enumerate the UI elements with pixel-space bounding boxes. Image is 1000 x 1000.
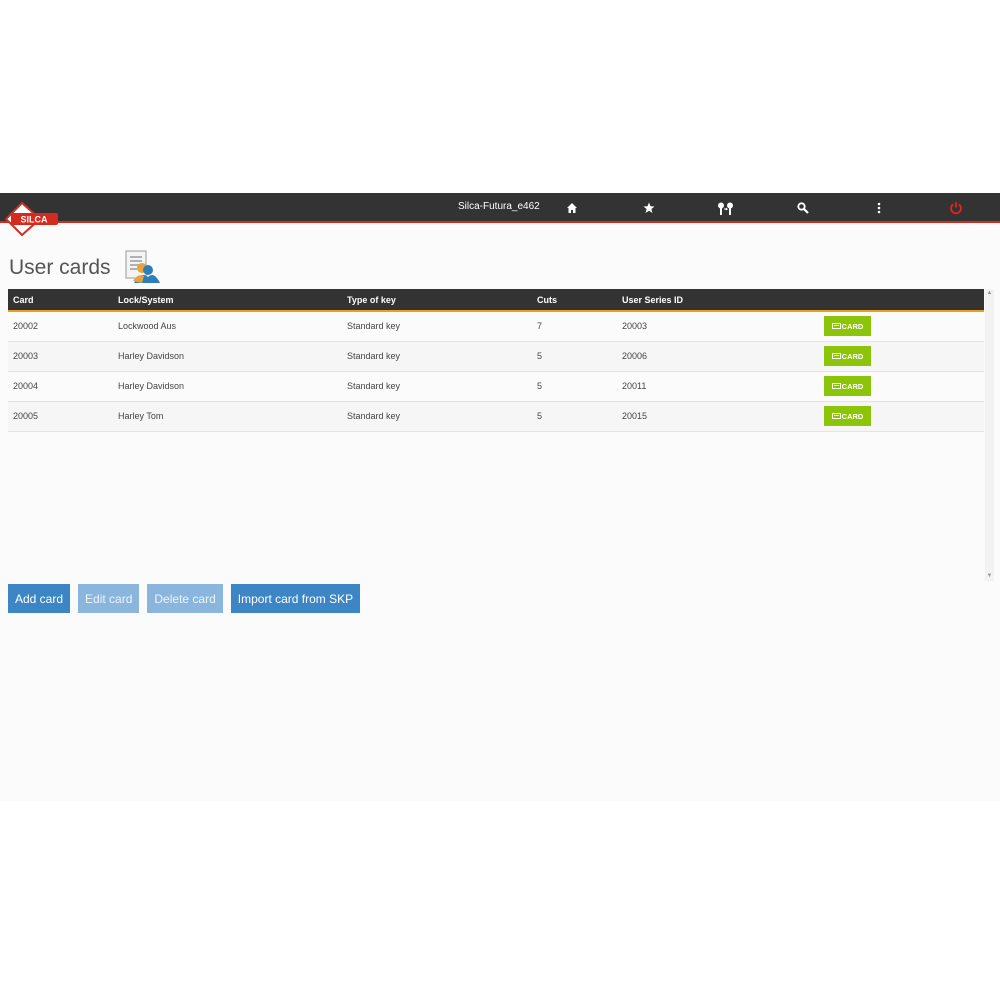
column-header-cuts[interactable]: Cuts bbox=[532, 289, 617, 311]
table-row[interactable]: 20002 Lockwood Aus Standard key 7 20003 … bbox=[8, 311, 984, 341]
card-button-label: CARD bbox=[841, 411, 864, 421]
cell-action: CARD bbox=[819, 341, 984, 371]
table-row[interactable]: 20003 Harley Davidson Standard key 5 200… bbox=[8, 341, 984, 371]
import-card-button[interactable]: Import card from SKP bbox=[230, 584, 361, 613]
top-bar: Silca-Futura_e462 bbox=[0, 193, 1000, 223]
card-button[interactable]: CARD bbox=[824, 346, 871, 366]
cell-card: 20003 bbox=[13, 351, 39, 361]
card-icon bbox=[831, 413, 841, 419]
cell-lock-system: Harley Davidson bbox=[118, 351, 185, 361]
column-header-type-of-key[interactable]: Type of key bbox=[342, 289, 532, 311]
cell-lock-system: Harley Tom bbox=[118, 411, 164, 421]
cell-action: CARD bbox=[819, 401, 984, 431]
cell-lock-system: Harley Davidson bbox=[118, 381, 185, 391]
search-icon[interactable] bbox=[795, 200, 811, 216]
cell-action: CARD bbox=[819, 311, 984, 341]
user-card-icon bbox=[125, 250, 160, 283]
cell-user-series-id: 20015 bbox=[622, 411, 648, 421]
cell-card: 20005 bbox=[13, 411, 39, 421]
cell-action: CARD bbox=[819, 371, 984, 401]
card-icon bbox=[831, 383, 841, 389]
cell-cuts: 5 bbox=[537, 381, 543, 391]
scroll-up-icon[interactable]: ▲ bbox=[986, 290, 993, 297]
column-header-card[interactable]: Card bbox=[8, 289, 113, 311]
cell-user-series-id: 20003 bbox=[622, 321, 648, 332]
card-button-label: CARD bbox=[841, 351, 864, 361]
cell-user-series-id: 20006 bbox=[622, 351, 648, 361]
power-icon[interactable] bbox=[948, 200, 964, 216]
table-row[interactable]: 20004 Harley Davidson Standard key 5 200… bbox=[8, 371, 984, 401]
column-header-user-series-id[interactable]: User Series ID bbox=[617, 289, 819, 311]
table-row[interactable]: 20005 Harley Tom Standard key 5 20015 CA… bbox=[8, 401, 984, 431]
card-icon bbox=[831, 353, 841, 359]
card-icon bbox=[831, 323, 841, 330]
more-vertical-icon[interactable] bbox=[871, 200, 887, 216]
column-header-action bbox=[819, 289, 984, 311]
cell-cuts: 5 bbox=[537, 351, 543, 361]
keys-icon[interactable] bbox=[716, 200, 736, 216]
card-button[interactable]: CARD bbox=[824, 316, 871, 337]
card-button-label: CARD bbox=[841, 321, 864, 331]
card-button[interactable]: CARD bbox=[824, 406, 871, 426]
card-button[interactable]: CARD bbox=[824, 376, 871, 396]
cards-table-container: Card Lock/System Type of key Cuts User S… bbox=[8, 289, 985, 581]
cell-type-of-key: Standard key bbox=[347, 321, 401, 332]
page-title: User cards bbox=[9, 256, 111, 279]
cell-card: 20004 bbox=[13, 381, 39, 391]
cell-cuts: 5 bbox=[537, 411, 543, 421]
page-header: User cards bbox=[9, 248, 161, 288]
cell-type-of-key: Standard key bbox=[347, 411, 401, 421]
device-name: Silca-Futura_e462 bbox=[458, 201, 540, 212]
table-scrollbar[interactable]: ▲ ▼ bbox=[985, 289, 994, 581]
edit-card-button[interactable]: Edit card bbox=[78, 584, 140, 613]
star-icon[interactable] bbox=[641, 200, 657, 216]
action-buttons: Add card Edit card Delete card Import ca… bbox=[8, 584, 361, 613]
cell-user-series-id: 20011 bbox=[622, 381, 647, 391]
home-icon[interactable] bbox=[564, 200, 580, 216]
cell-type-of-key: Standard key bbox=[347, 351, 401, 361]
add-card-button[interactable]: Add card bbox=[8, 584, 71, 613]
delete-card-button[interactable]: Delete card bbox=[147, 584, 223, 613]
svg-text:SILCA: SILCA bbox=[21, 215, 49, 225]
cell-card: 20002 bbox=[13, 321, 39, 332]
cell-cuts: 7 bbox=[537, 321, 543, 332]
column-header-lock-system[interactable]: Lock/System bbox=[113, 289, 342, 311]
app-window: Silca-Futura_e462 SILCA User cards Card … bbox=[0, 193, 1000, 801]
cell-type-of-key: Standard key bbox=[347, 381, 401, 391]
card-button-label: CARD bbox=[841, 381, 864, 391]
cell-lock-system: Lockwood Aus bbox=[118, 321, 177, 332]
table-header-row: Card Lock/System Type of key Cuts User S… bbox=[8, 289, 984, 311]
cards-table: Card Lock/System Type of key Cuts User S… bbox=[8, 289, 984, 432]
scroll-down-icon[interactable]: ▼ bbox=[986, 573, 993, 580]
silca-logo: SILCA bbox=[4, 201, 58, 237]
